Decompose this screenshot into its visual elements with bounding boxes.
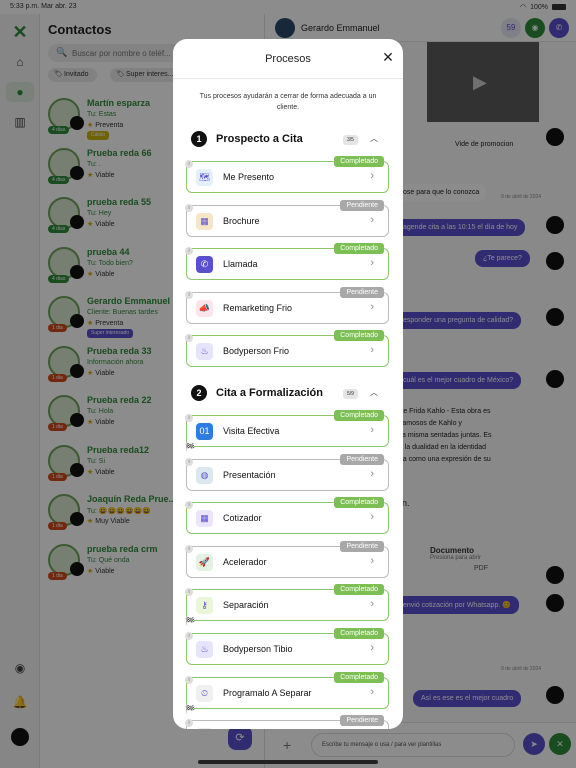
key-icon: ⚷ (196, 597, 213, 615)
finish-flag-icon: 🏁 (185, 704, 195, 714)
info-icon[interactable]: i (185, 719, 193, 728)
process-step-card[interactable]: i Completado 01 Visita Efectiva › 🏁 (185, 410, 389, 452)
chevron-right-icon: › (370, 598, 374, 611)
step-status-badge: Completado (334, 330, 384, 342)
info-icon[interactable]: i (185, 247, 193, 256)
process-step-card[interactable]: i Completado ▦ Cotizador › (185, 497, 389, 535)
section-number: 2 (191, 385, 207, 401)
step-status-badge: Pendiente (340, 453, 384, 465)
process-step-card[interactable]: i Pendiente ◍ Presentación › (185, 453, 389, 491)
process-step-card[interactable]: i Pendiente ▦ Brochure › (185, 199, 389, 237)
step-label: Me Presento (223, 172, 275, 182)
info-icon[interactable]: i (185, 414, 193, 422)
step-status-badge: Completado (334, 628, 384, 639)
chevron-up-icon[interactable]: ︿ (370, 387, 378, 398)
section-progress: 3/5 (343, 135, 358, 145)
modal-description: Tus procesos ayudarán a cerrar de forma … (199, 93, 377, 111)
rocket-icon: 🚀 (196, 553, 213, 571)
step-label: Bodyperson Frio (223, 346, 290, 357)
info-icon[interactable]: i (185, 457, 193, 466)
chevron-right-icon: › (370, 257, 374, 270)
process-section-header[interactable]: 1 Prospecto a Cita 3/5 ︿ (189, 131, 389, 149)
chevron-right-icon: › (370, 424, 374, 436)
close-icon[interactable]: ✕ (381, 50, 395, 64)
step-label: Llamada (223, 259, 258, 270)
section-number: 1 (191, 131, 207, 147)
process-step-card[interactable]: iPendiente●› (185, 715, 389, 729)
step-status-badge: Completado (334, 497, 384, 509)
home-indicator (198, 760, 378, 764)
step-label: Visita Efectiva (223, 426, 280, 436)
step-status-badge: Completado (334, 671, 384, 683)
process-step-card[interactable]: i Completado 🗺 Me Presento › (185, 156, 389, 193)
info-icon[interactable]: i (185, 588, 193, 597)
step-status-badge: Completado (334, 584, 384, 596)
step-label: Remarketing Frio (223, 302, 293, 313)
step-label: Separación (223, 600, 269, 611)
process-step-card[interactable]: i Pendiente 🚀 Acelerador › (185, 540, 389, 578)
chevron-right-icon: › (370, 467, 374, 480)
step-status-badge: Completado (334, 410, 384, 421)
chevron-right-icon: › (370, 685, 374, 698)
chevron-right-icon: › (370, 170, 374, 182)
step-label: Presentación (223, 469, 276, 480)
step-status-badge: Completado (334, 243, 384, 255)
process-step-card[interactable]: i Completado ⚷ Separación › 🏁 (185, 584, 389, 626)
flame-icon: ♨ (196, 641, 213, 658)
chevron-up-icon[interactable]: ︿ (370, 133, 378, 144)
step-label: Bodyperson Tibio (223, 644, 293, 654)
step-status-badge: Pendiente (340, 199, 384, 211)
modal-title: Procesos (265, 53, 311, 65)
presentation-icon: ◍ (196, 466, 213, 484)
chevron-right-icon: › (370, 511, 374, 524)
section-title: Cita a Formalización (216, 387, 323, 399)
info-icon[interactable]: i (185, 501, 193, 510)
megaphone-icon: 📣 (196, 299, 213, 317)
process-step-card[interactable]: i Completado ✆ Llamada › (185, 243, 389, 281)
procesos-modal: Procesos ✕ Tus procesos ayudarán a cerra… (173, 39, 403, 729)
phone-icon: ✆ (196, 256, 213, 274)
finish-flag-icon: 🏁 (185, 443, 195, 452)
finish-flag-icon: 🏁 (185, 617, 195, 627)
chevron-right-icon: › (370, 554, 374, 567)
step-status-badge: Pendiente (340, 540, 384, 552)
step-label: Programalo A Separar (223, 687, 312, 698)
chevron-right-icon: › (370, 344, 374, 357)
info-icon[interactable]: i (185, 675, 193, 684)
process-step-card[interactable]: i Pendiente 📣 Remarketing Frio › (185, 286, 389, 324)
chevron-right-icon: › (370, 642, 374, 654)
info-icon[interactable]: i (185, 203, 193, 212)
info-icon[interactable]: i (185, 160, 193, 168)
process-step-card[interactable]: i Completado ♨ Bodyperson Frio › (185, 330, 389, 368)
process-step-card[interactable]: i Completado ⏲ Programalo A Separar › 🏁 (185, 671, 389, 714)
info-icon[interactable]: i (185, 544, 193, 553)
flame-icon: ♨ (196, 343, 213, 361)
step-status-badge: Completado (334, 156, 384, 167)
calendar-icon: 01 (196, 423, 213, 440)
section-title: Prospecto a Cita (216, 133, 303, 145)
info-icon[interactable]: i (185, 290, 193, 299)
modal-header: Procesos ✕ (173, 39, 403, 79)
step-status-badge: Pendiente (340, 286, 384, 298)
process-step-card[interactable]: i Completado ♨ Bodyperson Tibio › (185, 628, 389, 665)
step-label: Brochure (223, 215, 260, 226)
map-icon: 🗺 (196, 169, 213, 186)
info-icon[interactable]: i (185, 334, 193, 343)
item-icon: ● (196, 728, 213, 729)
schedule-icon: ⏲ (196, 684, 213, 702)
chevron-right-icon: › (370, 213, 374, 226)
step-status-badge: Pendiente (340, 715, 384, 727)
info-icon[interactable]: i (185, 632, 193, 640)
process-section-header[interactable]: 2 Cita a Formalización 5/9 ︿ (189, 385, 389, 403)
step-label: Cotizador (223, 513, 262, 524)
brochure-icon: ▦ (196, 212, 213, 230)
chevron-right-icon: › (370, 300, 374, 313)
step-label: Acelerador (223, 556, 267, 567)
section-progress: 5/9 (343, 389, 358, 399)
calculator-icon: ▦ (196, 510, 213, 528)
